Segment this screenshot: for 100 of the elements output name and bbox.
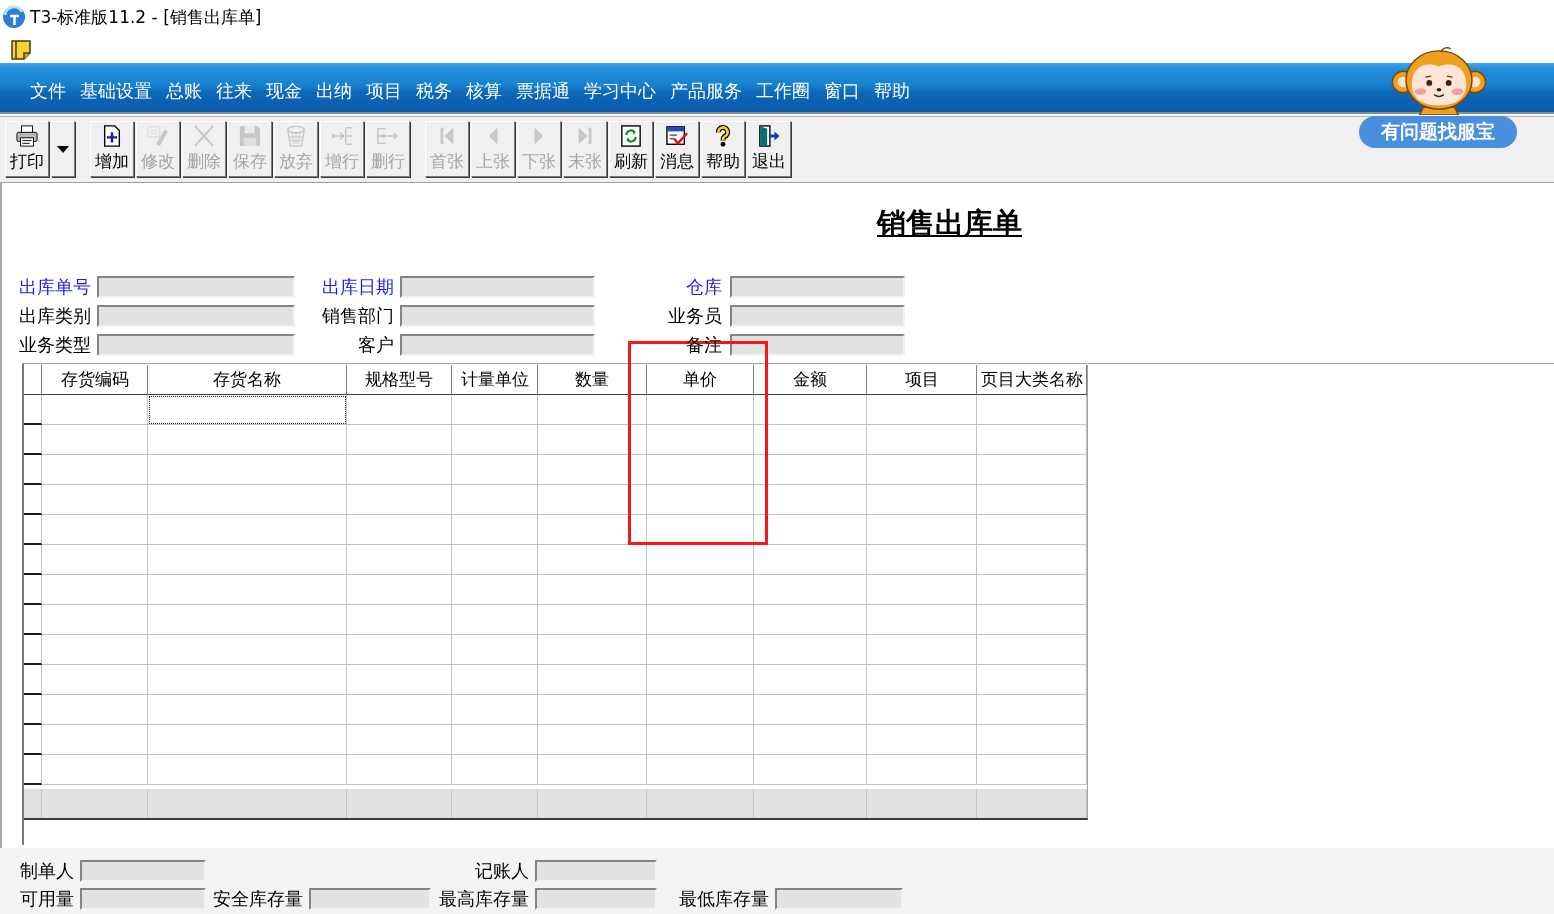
table-cell[interactable] — [754, 455, 867, 485]
table-cell[interactable] — [538, 755, 647, 785]
table-cell[interactable] — [538, 605, 647, 635]
table-cell[interactable] — [647, 485, 754, 515]
table-cell[interactable] — [148, 605, 347, 635]
table-cell[interactable] — [754, 425, 867, 455]
table-cell[interactable] — [148, 485, 347, 515]
table-cell[interactable] — [647, 545, 754, 575]
row-header[interactable] — [24, 425, 42, 455]
table-cell[interactable] — [148, 545, 347, 575]
input-field[interactable] — [80, 860, 206, 882]
assistant-button[interactable]: 有问题找服宝 — [1359, 116, 1517, 148]
table-cell[interactable] — [347, 635, 452, 665]
table-cell[interactable] — [42, 455, 148, 485]
row-header[interactable] — [24, 605, 42, 635]
row-header[interactable] — [24, 485, 42, 515]
table-cell[interactable] — [647, 665, 754, 695]
menu-item[interactable]: 项目 — [366, 79, 402, 102]
table-cell[interactable] — [867, 755, 977, 785]
table-cell[interactable] — [148, 725, 347, 755]
menu-item[interactable]: 往来 — [216, 79, 252, 102]
menu-item[interactable]: 基础设置 — [80, 79, 152, 102]
table-cell[interactable] — [452, 425, 538, 455]
table-cell[interactable] — [452, 545, 538, 575]
table-cell[interactable] — [867, 635, 977, 665]
monkey-mascot-icon[interactable] — [1390, 47, 1488, 115]
menu-item[interactable]: 核算 — [466, 79, 502, 102]
print-button[interactable]: 打印 — [5, 121, 49, 177]
table-cell[interactable] — [42, 605, 148, 635]
table-cell[interactable] — [42, 665, 148, 695]
input-field[interactable] — [80, 888, 206, 910]
table-cell[interactable] — [754, 485, 867, 515]
table-cell[interactable] — [347, 545, 452, 575]
refresh-button[interactable]: 刷新 — [609, 121, 653, 177]
table-cell[interactable] — [148, 755, 347, 785]
exit-button[interactable]: 退出 — [747, 121, 791, 177]
table-cell[interactable] — [452, 695, 538, 725]
table-cell[interactable] — [977, 545, 1087, 575]
table-cell[interactable] — [538, 515, 647, 545]
menu-item[interactable]: 窗口 — [824, 79, 860, 102]
table-cell[interactable] — [347, 605, 452, 635]
table-cell[interactable] — [867, 605, 977, 635]
row-header[interactable] — [24, 395, 42, 425]
message-button[interactable]: 消息 — [655, 121, 699, 177]
table-cell[interactable] — [42, 575, 148, 605]
row-header[interactable] — [24, 665, 42, 695]
table-cell[interactable] — [347, 395, 452, 425]
table-cell[interactable] — [754, 755, 867, 785]
table-cell[interactable] — [867, 395, 977, 425]
table-cell[interactable] — [42, 395, 148, 425]
menu-item[interactable]: 帮助 — [874, 79, 910, 102]
table-cell[interactable] — [977, 635, 1087, 665]
table-cell[interactable] — [538, 695, 647, 725]
table-cell[interactable] — [977, 425, 1087, 455]
row-header[interactable] — [24, 755, 42, 785]
table-cell[interactable] — [867, 455, 977, 485]
table-cell[interactable] — [977, 665, 1087, 695]
input-field[interactable] — [400, 304, 595, 327]
menu-item[interactable]: 票据通 — [516, 79, 570, 102]
table-cell[interactable] — [452, 635, 538, 665]
table-cell[interactable] — [347, 695, 452, 725]
table-cell[interactable] — [347, 665, 452, 695]
menu-item[interactable]: 产品服务 — [670, 79, 742, 102]
table-cell[interactable] — [754, 635, 867, 665]
table-cell[interactable] — [977, 395, 1087, 425]
table-cell[interactable] — [148, 395, 347, 425]
input-field[interactable] — [730, 333, 905, 356]
input-field[interactable] — [400, 333, 595, 356]
table-cell[interactable] — [867, 695, 977, 725]
table-cell[interactable] — [867, 485, 977, 515]
table-cell[interactable] — [867, 665, 977, 695]
table-cell[interactable] — [452, 395, 538, 425]
table-cell[interactable] — [148, 635, 347, 665]
table-cell[interactable] — [452, 755, 538, 785]
table-cell[interactable] — [452, 605, 538, 635]
table-cell[interactable] — [647, 455, 754, 485]
table-cell[interactable] — [754, 695, 867, 725]
table-cell[interactable] — [452, 575, 538, 605]
input-field[interactable] — [535, 860, 657, 882]
table-cell[interactable] — [538, 485, 647, 515]
add-button[interactable]: 增加 — [90, 121, 134, 177]
note-icon[interactable] — [10, 37, 34, 60]
table-cell[interactable] — [538, 395, 647, 425]
table-cell[interactable] — [647, 725, 754, 755]
table-cell[interactable] — [754, 545, 867, 575]
table-cell[interactable] — [452, 665, 538, 695]
table-cell[interactable] — [347, 725, 452, 755]
table-cell[interactable] — [42, 755, 148, 785]
table-cell[interactable] — [647, 695, 754, 725]
dropdown-button[interactable] — [51, 121, 75, 177]
table-cell[interactable] — [977, 755, 1087, 785]
input-field[interactable] — [730, 304, 905, 327]
input-field[interactable] — [400, 275, 595, 298]
row-header[interactable] — [24, 455, 42, 485]
table-cell[interactable] — [977, 485, 1087, 515]
table-cell[interactable] — [754, 665, 867, 695]
table-cell[interactable] — [977, 575, 1087, 605]
table-cell[interactable] — [867, 725, 977, 755]
input-field[interactable] — [730, 275, 905, 298]
menu-item[interactable]: 出纳 — [316, 79, 352, 102]
